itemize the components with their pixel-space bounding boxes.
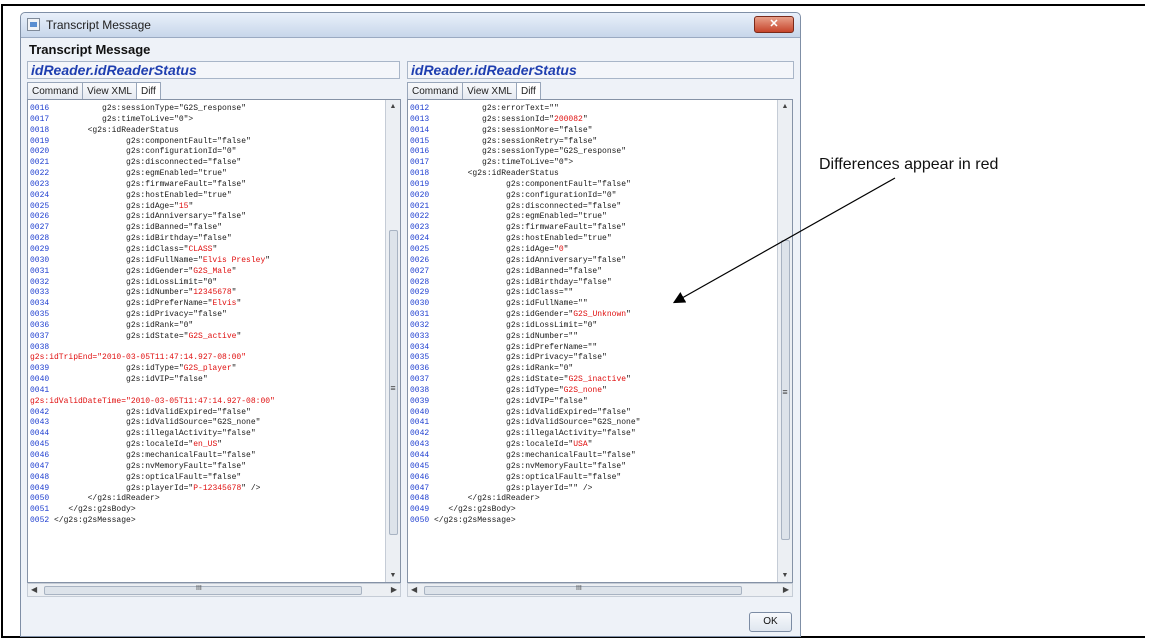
annotation-arrow <box>672 177 896 304</box>
